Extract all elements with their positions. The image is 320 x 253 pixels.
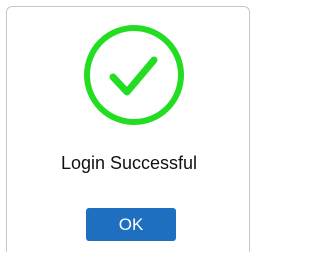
checkmark-circle-icon: [82, 23, 186, 127]
ok-button[interactable]: OK: [86, 208, 176, 241]
login-success-dialog: Login Successful OK: [6, 6, 250, 252]
dialog-message: Login Successful: [60, 153, 198, 173]
